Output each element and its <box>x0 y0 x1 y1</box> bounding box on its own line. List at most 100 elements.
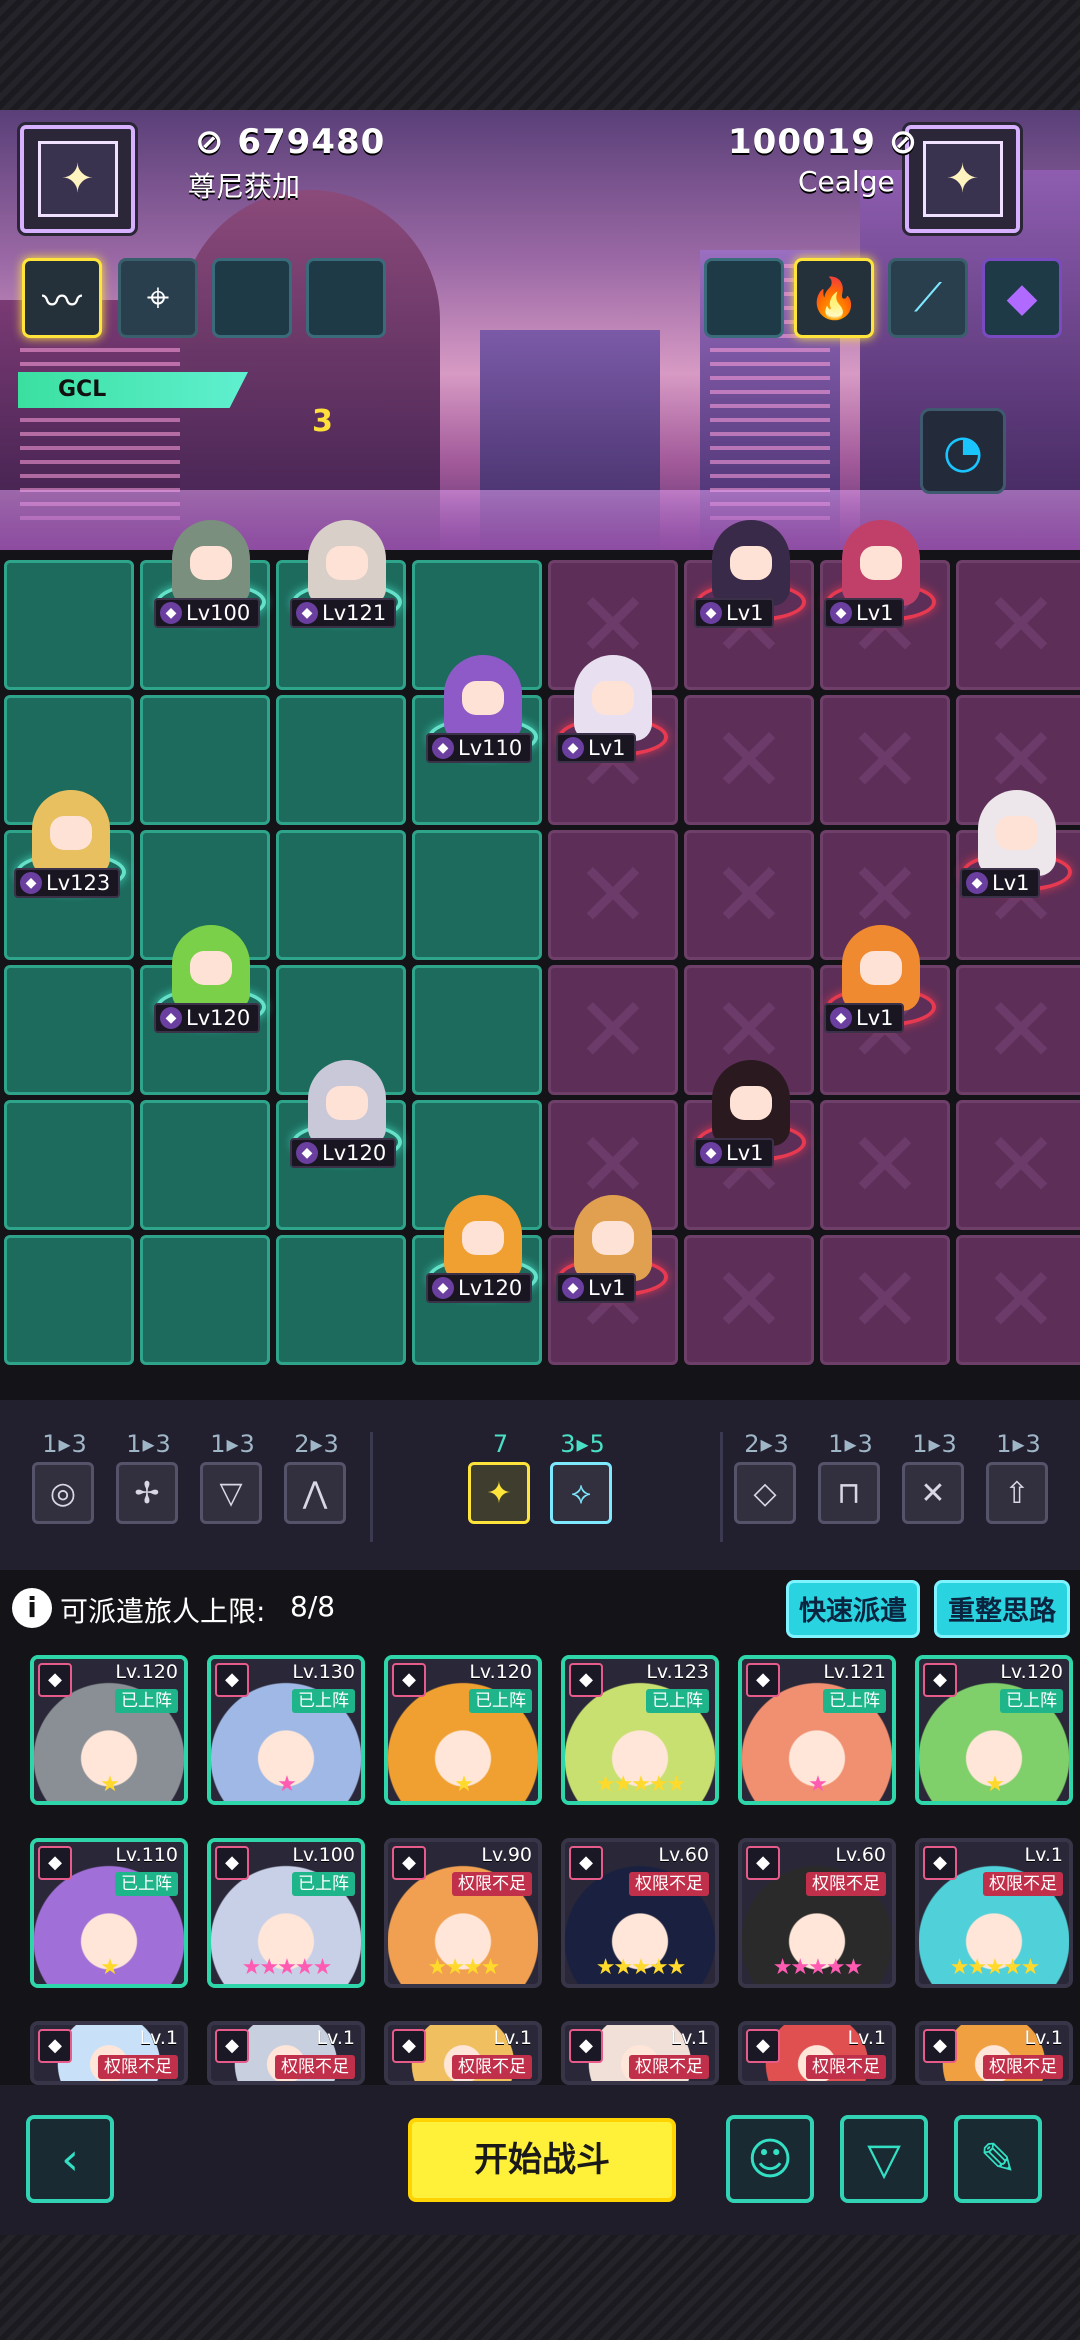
handshake-icon[interactable]: ✎ <box>954 2115 1042 2203</box>
trait-gate[interactable]: 1▸3 ⊓ <box>818 1430 884 1524</box>
ally-board-cell[interactable] <box>140 1235 270 1365</box>
trait-triangle[interactable]: 1▸3 ▽ <box>200 1430 266 1524</box>
fire-icon[interactable]: 🔥 <box>794 258 874 338</box>
traveler-card[interactable]: ◆ Lv.60 权限不足 ★★★★★ <box>738 1838 896 1988</box>
ally-board-cell[interactable] <box>4 1100 134 1230</box>
ally-unit[interactable]: ◆ Lv123 <box>10 790 130 910</box>
unit-level-badge: ◆ Lv120 <box>290 1138 397 1168</box>
enemy-board-cell[interactable] <box>820 1235 950 1365</box>
enemy-unit[interactable]: ◆ Lv1 <box>690 520 810 640</box>
ally-unit[interactable]: ◆ Lv120 <box>286 1060 406 1180</box>
card-stars: ★ <box>277 1772 297 1797</box>
crosshair-icon[interactable]: ⌖ <box>118 258 198 338</box>
enemy-board-cell[interactable] <box>956 965 1080 1095</box>
traveler-card[interactable]: ◆ Lv.120 已上阵 ★ <box>915 1655 1073 1805</box>
crystal-icon[interactable]: ◆ <box>982 258 1062 338</box>
unit-level-badge: ◆ Lv121 <box>290 598 397 628</box>
class-icon: ◆ <box>160 602 182 624</box>
ally-board-cell[interactable] <box>4 560 134 690</box>
slash-icon[interactable]: ⟋ <box>888 258 968 338</box>
enemy-board-cell[interactable] <box>684 695 814 825</box>
traveler-card[interactable]: ◆ Lv.90 权限不足 ★★★★ <box>384 1838 542 1988</box>
ally-unit[interactable]: ◆ Lv120 <box>422 1195 542 1315</box>
trait-diamond[interactable]: 2▸3 ◇ <box>734 1430 800 1524</box>
crossed-swords-icon: ✕ <box>902 1462 964 1524</box>
ally-unit[interactable]: ◆ Lv121 <box>286 520 406 640</box>
enemy-unit[interactable]: ◆ Lv1 <box>552 1195 672 1315</box>
enemy-board-cell[interactable] <box>956 1100 1080 1230</box>
pacman-icon[interactable]: ◔ <box>920 408 1006 494</box>
trait-star[interactable]: 7 ✦ <box>468 1430 534 1524</box>
ally-board-cell[interactable] <box>140 695 270 825</box>
traveler-card[interactable]: ◆ Lv.120 已上阵 ★ <box>384 1655 542 1805</box>
trait-swirl[interactable]: 1▸3 ◎ <box>32 1430 98 1524</box>
ally-board-cell[interactable] <box>4 965 134 1095</box>
filter-icon[interactable]: ▽ <box>840 2115 928 2203</box>
enemy-board-cell[interactable] <box>820 695 950 825</box>
enemy-unit[interactable]: ◆ Lv1 <box>820 925 940 1045</box>
enemy-board-cell[interactable] <box>684 1235 814 1365</box>
traveler-card[interactable]: ◆ Lv.1 权限不足 <box>384 2021 542 2085</box>
ally-unit[interactable]: ◆ Lv100 <box>150 520 270 640</box>
traveler-card[interactable]: ◆ Lv.1 权限不足 ★★★★★ <box>915 1838 1073 1988</box>
ally-board-cell[interactable] <box>276 695 406 825</box>
enemy-board-cell[interactable] <box>956 1235 1080 1365</box>
trait-crossed-swords[interactable]: 1▸3 ✕ <box>902 1430 968 1524</box>
enemy-unit[interactable]: ◆ Lv1 <box>690 1060 810 1180</box>
enemy-board-cell[interactable] <box>684 830 814 960</box>
arrow-up-icon: ⇧ <box>986 1462 1048 1524</box>
traveler-card[interactable]: ◆ Lv.1 权限不足 <box>30 2021 188 2085</box>
back-arrow-icon[interactable]: ‹ <box>26 2115 114 2203</box>
left-player-avatar[interactable]: ✦ <box>20 125 135 233</box>
enemy-board-cell[interactable] <box>548 830 678 960</box>
traveler-card[interactable]: ◆ Lv.60 权限不足 ★★★★★ <box>561 1838 719 1988</box>
enemy-board-cell[interactable] <box>548 965 678 1095</box>
unit-sprite <box>574 655 652 741</box>
trait-bow[interactable]: 3▸5 ⟡ <box>550 1430 616 1524</box>
traveler-card[interactable]: ◆ Lv.110 已上阵 ★ <box>30 1838 188 1988</box>
traveler-card[interactable]: ◆ Lv.120 已上阵 ★ <box>30 1655 188 1805</box>
card-status-tag: 已上阵 <box>292 1872 355 1896</box>
ally-unit[interactable]: ◆ Lv110 <box>422 655 542 775</box>
card-stars: ★★★★★ <box>949 1955 1041 1980</box>
info-icon[interactable]: i <box>12 1588 52 1628</box>
empty-buff-slot <box>704 258 784 338</box>
traveler-card[interactable]: ◆ Lv.100 已上阵 ★★★★★ <box>207 1838 365 1988</box>
start-battle-button[interactable]: 开始战斗 <box>408 2118 676 2202</box>
card-stars: ★★★★★ <box>772 1955 864 1980</box>
ally-board-cell[interactable] <box>412 965 542 1095</box>
quick-dispatch-button[interactable]: 快速派遣 <box>786 1580 920 1638</box>
traveler-card[interactable]: ◆ Lv.1 权限不足 <box>915 2021 1073 2085</box>
enemy-unit[interactable]: ◆ Lv1 <box>956 790 1076 910</box>
ally-board-cell[interactable] <box>276 830 406 960</box>
unit-level: Lv120 <box>458 1276 523 1300</box>
enemy-board-cell[interactable] <box>820 1100 950 1230</box>
right-player-name: Cealge <box>798 165 895 198</box>
rethink-button[interactable]: 重整思路 <box>934 1580 1070 1638</box>
unit-level: Lv1 <box>588 736 626 760</box>
ally-board-cell[interactable] <box>140 1100 270 1230</box>
trait-shuriken[interactable]: 1▸3 ✢ <box>116 1430 182 1524</box>
class-icon: ◆ <box>392 2029 426 2063</box>
wave-icon[interactable]: 〰 <box>22 258 102 338</box>
ally-board-cell[interactable] <box>4 1235 134 1365</box>
enemy-unit[interactable]: ◆ Lv1 <box>820 520 940 640</box>
class-icon: ◆ <box>20 872 42 894</box>
enemy-unit[interactable]: ◆ Lv1 <box>552 655 672 775</box>
traveler-card[interactable]: ◆ Lv.1 权限不足 <box>738 2021 896 2085</box>
trait-arrow-up[interactable]: 1▸3 ⇧ <box>986 1430 1052 1524</box>
ally-board-cell[interactable] <box>276 1235 406 1365</box>
traveler-card[interactable]: ◆ Lv.1 权限不足 <box>207 2021 365 2085</box>
class-icon: ◆ <box>746 1663 780 1697</box>
enemy-board-cell[interactable] <box>956 560 1080 690</box>
traveler-card[interactable]: ◆ Lv.121 已上阵 ★ <box>738 1655 896 1805</box>
traveler-card[interactable]: ◆ Lv.123 已上阵 ★★★★★ <box>561 1655 719 1805</box>
right-player-avatar[interactable]: ✦ <box>905 125 1020 233</box>
traveler-card[interactable]: ◆ Lv.130 已上阵 ★ <box>207 1655 365 1805</box>
ally-unit[interactable]: ◆ Lv120 <box>150 925 270 1045</box>
ally-board-cell[interactable] <box>412 830 542 960</box>
traveler-card[interactable]: ◆ Lv.1 权限不足 <box>561 2021 719 2085</box>
brain-icon[interactable]: ☺ <box>726 2115 814 2203</box>
trait-mountain[interactable]: 2▸3 ⋀ <box>284 1430 350 1524</box>
card-level: Lv.120 <box>115 1661 178 1683</box>
